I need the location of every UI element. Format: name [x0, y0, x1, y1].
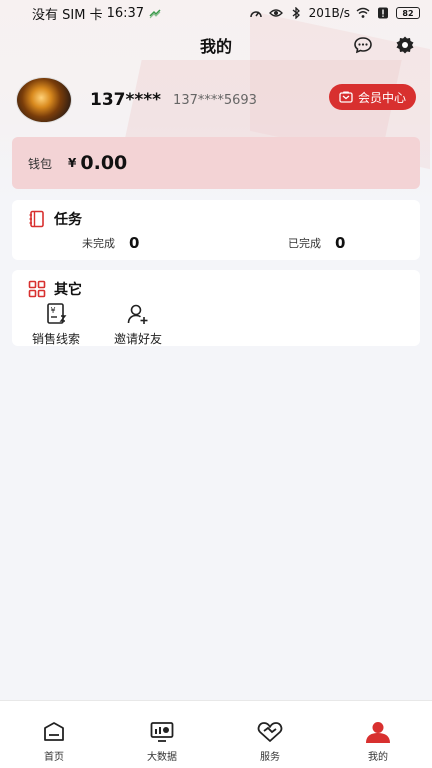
sales-leads-label: 销售线索: [31, 332, 80, 346]
member-box-icon: [339, 91, 353, 103]
wallet-card[interactable]: 钱包 ¥ 0.00: [12, 137, 420, 189]
carrier-text: 没有 SIM 卡: [32, 7, 103, 23]
nav-bar: 我的: [0, 28, 432, 62]
wallet-balance: 0.00: [80, 152, 128, 174]
tab-profile[interactable]: 我的: [324, 701, 432, 768]
tab-big-data[interactable]: 大数据: [108, 701, 216, 768]
task-pending-count: 0: [129, 234, 140, 252]
other-card-title: 其它: [54, 282, 82, 298]
task-done-label: 已完成: [288, 237, 321, 250]
invite-friend-icon: [127, 304, 148, 324]
task-pending[interactable]: 未完成 0: [82, 234, 139, 252]
alert-icon: [378, 7, 388, 19]
grid-apps-icon: [28, 280, 46, 298]
settings-button[interactable]: [394, 34, 416, 56]
member-center-button[interactable]: 会员中心: [328, 84, 416, 110]
phone-number: 137****5693: [173, 92, 257, 108]
invite-friend-label: 邀请好友: [113, 332, 162, 346]
network-speed-text: 201B/s: [308, 6, 350, 20]
svg-text:¥: ¥: [51, 306, 56, 315]
task-done[interactable]: 已完成 0: [288, 234, 345, 252]
sales-leads-button[interactable]: ¥ 销售线索: [28, 302, 84, 347]
wallet-label: 钱包: [28, 156, 53, 171]
status-bar: 没有 SIM 卡 16:37 201B/s 82: [0, 0, 432, 26]
task-card: 任务 未完成 0 已完成 0: [12, 200, 420, 260]
profile-icon: [366, 722, 390, 743]
home-icon: [44, 722, 64, 741]
tab-big-data-label: 大数据: [147, 752, 177, 763]
task-notebook-icon: [29, 210, 44, 228]
invite-friend-button[interactable]: 邀请好友: [110, 302, 166, 347]
other-tools: ¥ 销售线索 邀请好友: [28, 302, 166, 347]
clock-text: 16:37: [106, 5, 145, 21]
avatar[interactable]: [16, 77, 72, 123]
bluetooth-icon: [292, 7, 300, 19]
bottom-tab-bar: 首页 大数据 服务 我的: [0, 700, 432, 768]
task-card-title: 任务: [54, 212, 82, 228]
page-title: 我的: [199, 37, 232, 56]
eye-icon: [268, 9, 283, 17]
task-card-header: 任务: [28, 209, 82, 229]
status-right: 201B/s 82: [249, 6, 420, 20]
task-pending-label: 未完成: [82, 237, 115, 250]
wifi-icon: [356, 7, 370, 18]
tab-home[interactable]: 首页: [0, 701, 108, 768]
member-center-label: 会员中心: [357, 90, 406, 105]
speedometer-icon: [249, 11, 262, 18]
tab-service-label: 服务: [260, 752, 280, 763]
wallet-currency: ¥: [68, 156, 77, 170]
sales-leads-icon: ¥: [47, 303, 67, 324]
profile-section: 137**** 137****5693 会员中心: [16, 76, 416, 124]
nav-actions: [352, 34, 416, 56]
activity-icon: [149, 9, 161, 19]
service-icon: [257, 722, 283, 742]
other-card-header: 其它: [28, 279, 82, 299]
task-done-count: 0: [335, 234, 346, 252]
message-button[interactable]: [352, 34, 374, 56]
tab-home-label: 首页: [44, 752, 64, 763]
battery-indicator: 82: [396, 7, 420, 19]
nickname: 137****: [90, 90, 162, 110]
gear-icon: [396, 36, 414, 54]
chat-icon: [354, 37, 372, 54]
tab-service[interactable]: 服务: [216, 701, 324, 768]
big-data-icon: [150, 722, 174, 742]
tab-profile-label: 我的: [368, 752, 388, 763]
status-left: 没有 SIM 卡 16:37: [32, 4, 162, 23]
other-card: 其它 ¥ 销售线索 邀请好友: [12, 270, 420, 346]
